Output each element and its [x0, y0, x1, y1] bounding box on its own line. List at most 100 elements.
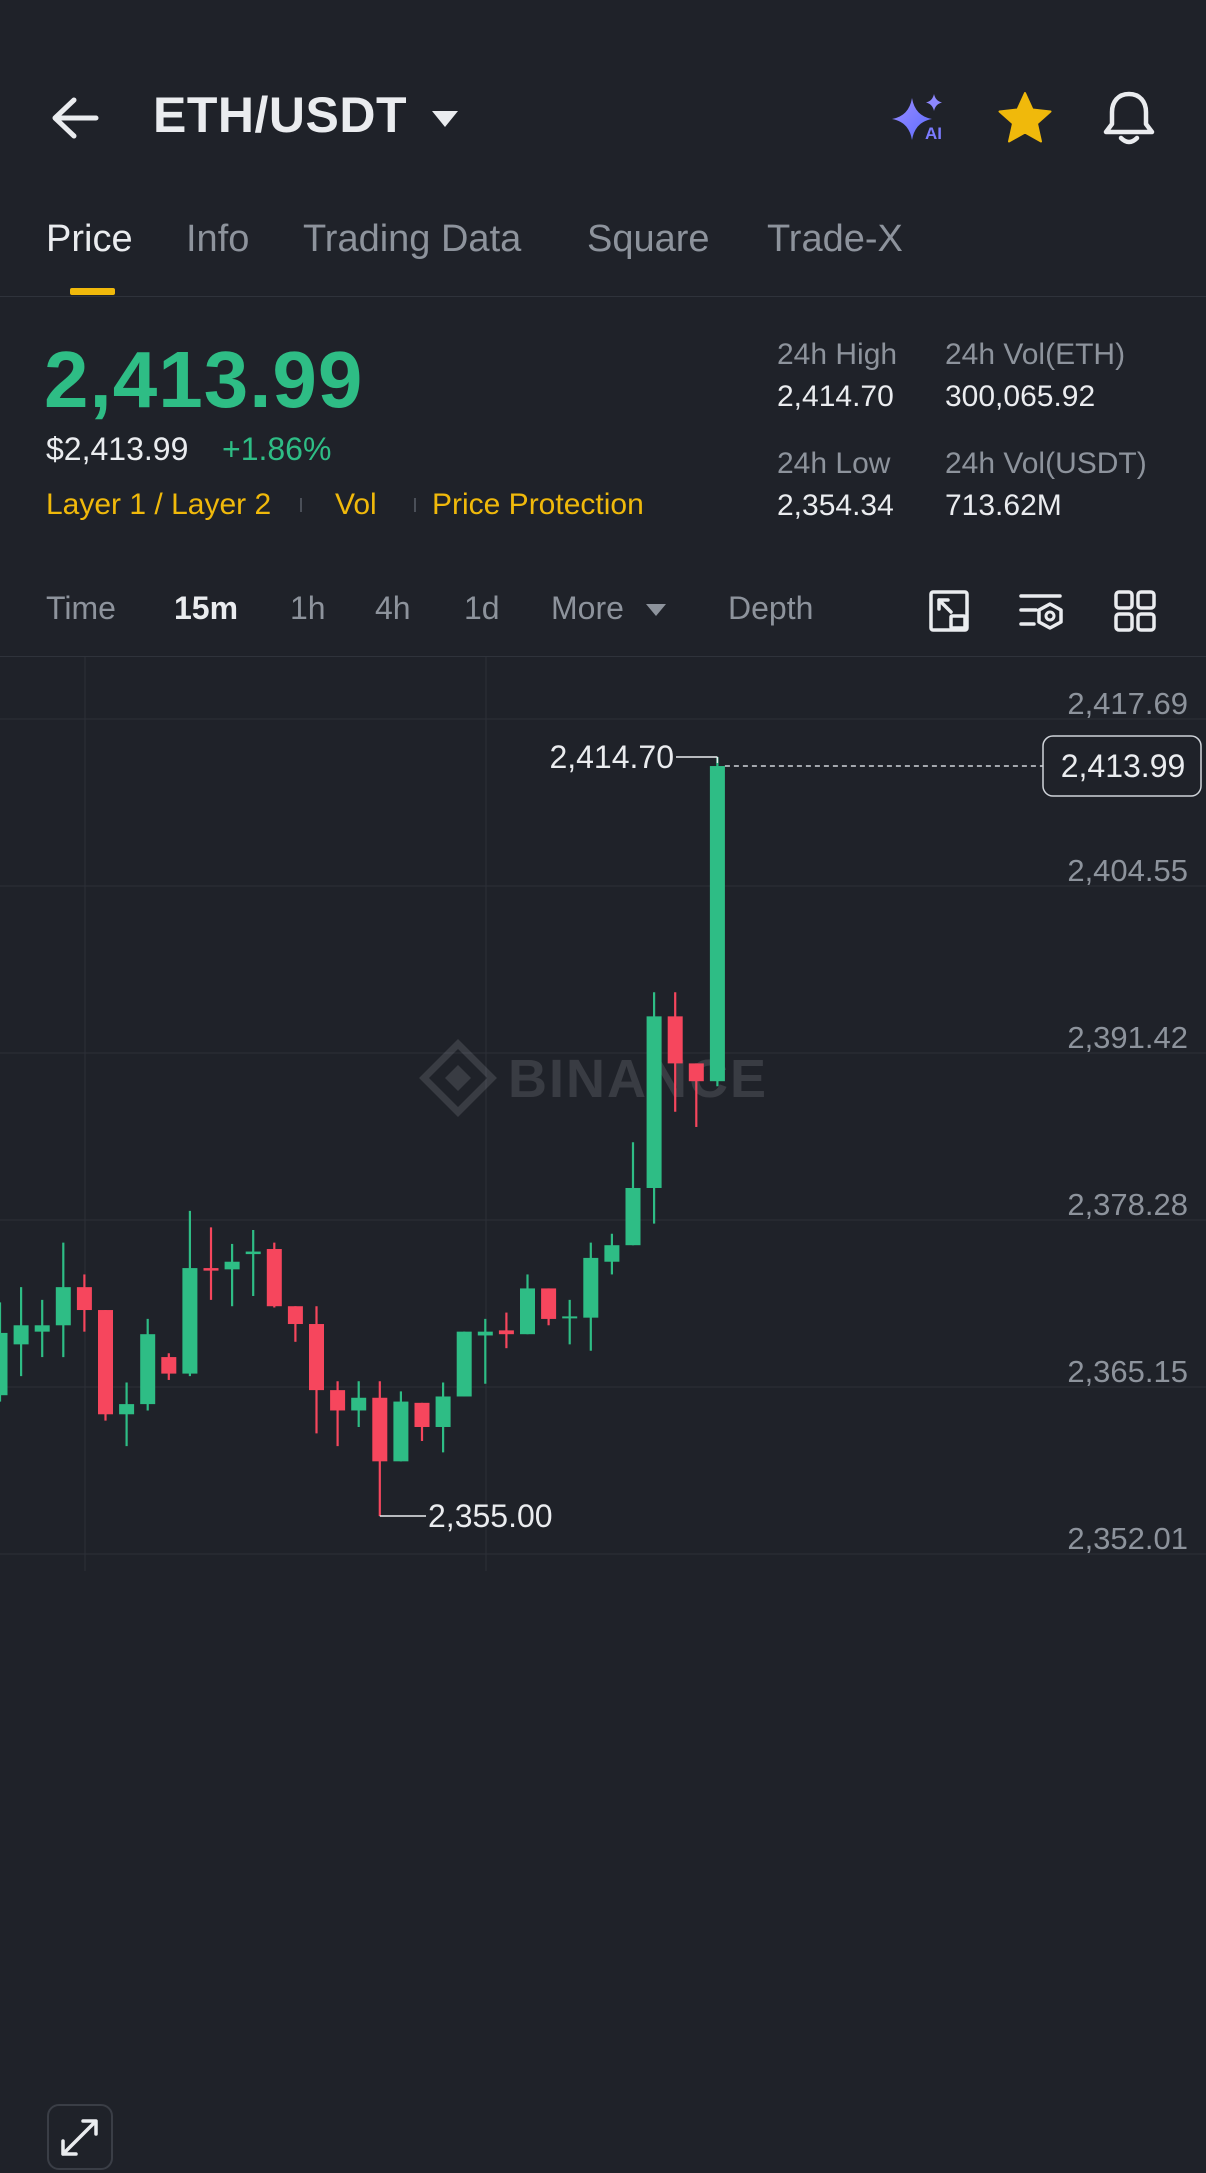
- candle-down: [498, 1312, 514, 1349]
- candle-up: [520, 1274, 535, 1335]
- candle-down: [309, 1306, 324, 1434]
- pair-title[interactable]: ETH/USDT: [153, 86, 407, 144]
- candle-body: [140, 1334, 156, 1405]
- timeframe-1h[interactable]: 1h: [290, 590, 326, 627]
- indicator-settings-icon[interactable]: [1018, 588, 1064, 634]
- candle-down: [161, 1353, 177, 1380]
- chart-canvas[interactable]: BINANCE 2,413.99 2,414.70 2,355.00 2,417.6…: [0, 657, 1206, 1571]
- chart-mode-icon[interactable]: [927, 588, 973, 634]
- price-tick-label: 2,404.55: [1067, 853, 1188, 888]
- timeframe-time[interactable]: Time: [46, 590, 116, 627]
- tag-price-protection[interactable]: Price Protection: [432, 488, 644, 522]
- candle-body: [0, 1332, 8, 1396]
- candle-body: [55, 1287, 71, 1326]
- candle-down: [266, 1242, 282, 1308]
- candle-body: [309, 1324, 324, 1391]
- star-icon[interactable]: [996, 90, 1054, 146]
- candle-up: [245, 1229, 261, 1297]
- candle-body: [119, 1404, 135, 1415]
- candle-up: [646, 992, 662, 1224]
- candle-body: [562, 1316, 578, 1319]
- price-tick-label: 2,365.15: [1067, 1354, 1188, 1389]
- last-price: 2,413.99: [44, 335, 364, 424]
- stat-low-value: 2,354.34: [777, 489, 894, 522]
- low-marker-label: 2,355.00: [428, 1498, 553, 1534]
- candle-up: [351, 1381, 367, 1427]
- candle-up: [119, 1382, 135, 1447]
- candle-body: [351, 1397, 367, 1411]
- timeframe-15m[interactable]: 15m: [174, 590, 238, 627]
- candle-body: [372, 1397, 388, 1462]
- candle-body: [520, 1288, 535, 1335]
- candle-down: [203, 1227, 219, 1300]
- tag-vol[interactable]: Vol: [335, 488, 377, 522]
- svg-text:AI: AI: [925, 124, 942, 143]
- candle-body: [646, 1016, 662, 1188]
- usd-price: $2,413.99: [46, 431, 189, 467]
- timeframe-1d[interactable]: 1d: [464, 590, 500, 627]
- header: ETH/USDT AI: [0, 0, 1206, 200]
- candle-body: [667, 1016, 683, 1064]
- candle-up: [625, 1142, 641, 1246]
- candle-body: [161, 1357, 177, 1374]
- candle-body: [709, 766, 725, 1082]
- stat-vol-eth-label: 24h Vol(ETH): [945, 338, 1126, 371]
- timeframe-depth[interactable]: Depth: [728, 590, 813, 627]
- candle-up: [0, 1302, 8, 1402]
- timeframe-4h[interactable]: 4h: [375, 590, 411, 627]
- candle-body: [98, 1310, 113, 1415]
- candle-up: [224, 1243, 240, 1307]
- tab-trade-x[interactable]: Trade-X: [767, 218, 903, 261]
- watermark-text: BINANCE: [508, 1049, 768, 1109]
- current-price-label: 2,413.99: [1061, 748, 1186, 784]
- candle-up: [182, 1210, 198, 1377]
- candle-up: [435, 1382, 451, 1453]
- candle-down: [76, 1274, 92, 1332]
- candle-body: [34, 1325, 50, 1332]
- timeframe-more[interactable]: More: [551, 590, 624, 627]
- candle-body: [688, 1063, 704, 1082]
- candle-body: [330, 1390, 346, 1411]
- price-axis: 2,417.69 2,404.55 2,391.42 2,378.28 2,365.15…: [1067, 686, 1188, 1556]
- candle-body: [203, 1268, 219, 1271]
- high-marker-label: 2,414.70: [549, 739, 674, 775]
- tag-divider: [300, 498, 302, 512]
- candles: [0, 757, 725, 1516]
- candle-body: [498, 1330, 514, 1335]
- candlestick-chart[interactable]: BINANCE 2,413.99 2,414.70 2,355.00 2,417.6…: [0, 656, 1206, 2170]
- candle-up: [13, 1287, 29, 1377]
- stat-vol-eth-value: 300,065.92: [945, 380, 1096, 413]
- bell-icon[interactable]: [1100, 88, 1158, 148]
- expand-icon: [61, 2119, 98, 2156]
- candle-body: [393, 1401, 409, 1462]
- candle-down: [541, 1288, 557, 1326]
- candle-body: [583, 1257, 599, 1318]
- candle-up: [583, 1242, 599, 1351]
- tab-trading-data[interactable]: Trading Data: [303, 218, 521, 261]
- candle-body: [287, 1306, 303, 1325]
- tab-square[interactable]: Square: [587, 218, 710, 261]
- candle-body: [477, 1331, 493, 1336]
- price-tick-label: 2,352.01: [1067, 1521, 1188, 1556]
- caret-down-icon[interactable]: [430, 108, 460, 130]
- tab-price[interactable]: Price: [46, 218, 133, 261]
- more-caret-icon[interactable]: [645, 603, 667, 617]
- candle-body: [625, 1187, 641, 1246]
- ai-sparkle-icon[interactable]: AI: [888, 92, 950, 144]
- candle-body: [224, 1261, 240, 1270]
- candle-body: [414, 1402, 430, 1427]
- candle-down: [330, 1381, 346, 1447]
- candle-up: [477, 1318, 493, 1384]
- price-change: +1.86%: [222, 431, 332, 467]
- candle-up: [140, 1318, 156, 1411]
- price-tick-label: 2,391.42: [1067, 1020, 1188, 1055]
- back-arrow-icon[interactable]: [48, 92, 104, 144]
- tab-info[interactable]: Info: [186, 218, 249, 261]
- stat-vol-usdt-label: 24h Vol(USDT): [945, 447, 1147, 480]
- stat-low-label: 24h Low: [777, 447, 891, 480]
- layout-grid-icon[interactable]: [1112, 588, 1158, 634]
- candle-up: [393, 1391, 409, 1462]
- tag-layer[interactable]: Layer 1 / Layer 2: [46, 488, 271, 522]
- candle-body: [13, 1325, 29, 1345]
- fullscreen-button[interactable]: [47, 2104, 113, 2170]
